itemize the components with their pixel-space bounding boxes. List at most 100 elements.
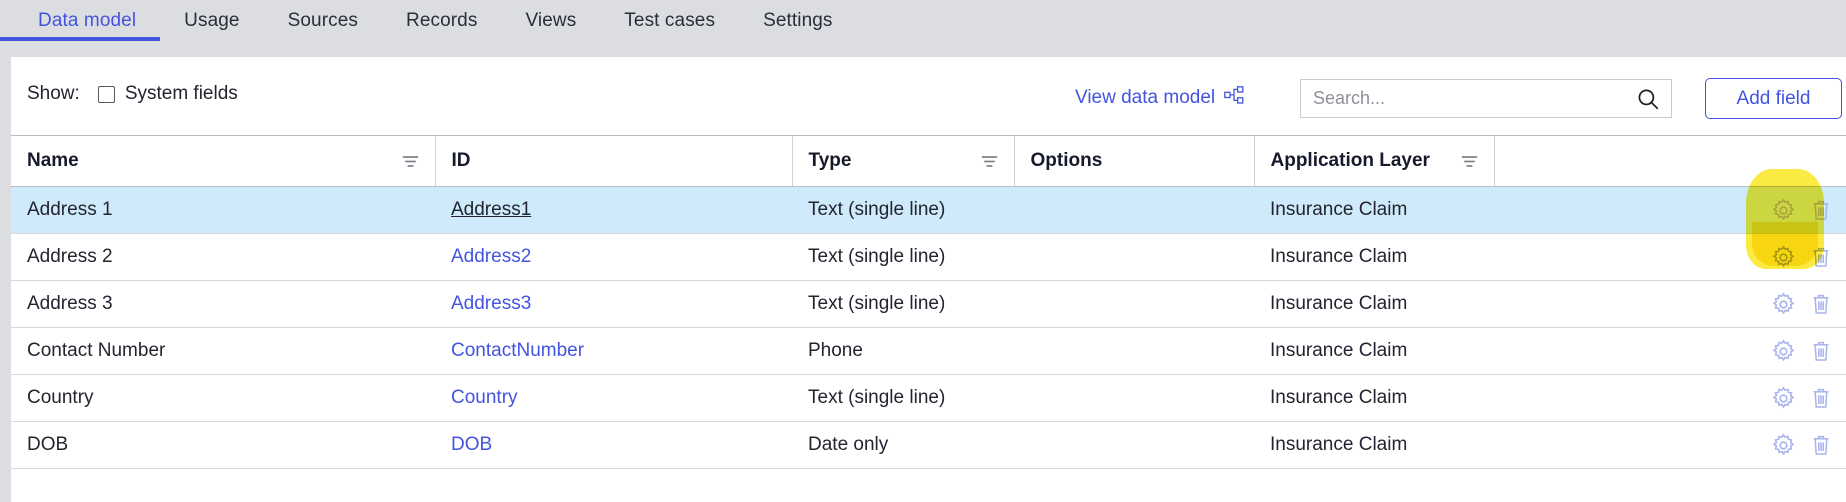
tab-views[interactable]: Views <box>501 0 600 41</box>
column-header-application-layer: Application Layer <box>1253 135 1494 187</box>
column-header-id: ID <box>434 135 792 187</box>
tab-data-model[interactable]: Data model <box>0 0 161 41</box>
cell-actions <box>1494 327 1846 375</box>
table-row[interactable]: Address 3 Address3 Text (single line) Insur… <box>11 280 1846 328</box>
cell-options <box>1014 186 1254 234</box>
field-id-link[interactable]: ContactNumber <box>451 340 584 361</box>
table-toolbar: Show: System fields View data model Sear… <box>11 57 1846 135</box>
tab-records[interactable]: Records <box>382 0 501 41</box>
cell-name: Address 1 <box>11 186 435 234</box>
cell-application-layer: Insurance Claim <box>1254 280 1494 328</box>
cell-actions <box>1494 186 1846 234</box>
column-header-type: Type <box>791 135 1014 187</box>
cell-options <box>1014 374 1254 422</box>
column-header-label: Options <box>1030 150 1103 171</box>
cell-name: Contact Number <box>11 327 435 375</box>
column-header-label: Type <box>808 150 852 171</box>
cell-application-layer: Insurance Claim <box>1254 421 1494 469</box>
cell-application-layer: Insurance Claim <box>1254 233 1494 281</box>
tab-sources[interactable]: Sources <box>264 0 382 41</box>
tab-settings[interactable]: Settings <box>739 0 856 41</box>
filter-icon[interactable] <box>1461 155 1478 168</box>
cell-options <box>1014 233 1254 281</box>
column-header-label: Application Layer <box>1270 150 1430 171</box>
cell-name: Address 2 <box>11 233 435 281</box>
cell-type: Text (single line) <box>792 186 1014 234</box>
table-header: Name ID Type Options Application Layer <box>11 135 1846 187</box>
column-header-options: Options <box>1013 135 1254 187</box>
filter-icon[interactable] <box>402 155 419 168</box>
row-settings-gear-icon[interactable] <box>1771 198 1796 223</box>
row-settings-gear-icon[interactable] <box>1771 433 1796 458</box>
add-field-button[interactable]: Add field <box>1705 78 1842 119</box>
table-row[interactable]: Address 2 Address2 Text (single line) Insur… <box>11 233 1846 281</box>
tab-test-cases[interactable]: Test cases <box>600 0 739 41</box>
row-delete-trash-icon[interactable] <box>1810 293 1832 316</box>
column-header-label: ID <box>451 150 471 171</box>
sitemap-icon <box>1224 86 1244 110</box>
cell-id: Country <box>435 374 792 422</box>
system-fields-label: System fields <box>124 83 238 104</box>
cell-name: Country <box>11 374 435 422</box>
cell-application-layer: Insurance Claim <box>1254 327 1494 375</box>
field-id-link[interactable]: Address1 <box>451 199 531 220</box>
row-delete-trash-icon[interactable] <box>1810 387 1832 410</box>
tab-bar: Data model Usage Sources Records Views Test c… <box>0 0 1846 41</box>
filter-icon[interactable] <box>981 155 998 168</box>
cell-application-layer: Insurance Claim <box>1254 186 1494 234</box>
cell-id: Address2 <box>435 233 792 281</box>
tab-usage[interactable]: Usage <box>160 0 263 41</box>
row-settings-gear-icon[interactable] <box>1771 245 1796 270</box>
content-panel: Show: System fields View data model Sear… <box>11 57 1846 502</box>
search-icon[interactable] <box>1637 88 1671 110</box>
cell-id: Address3 <box>435 280 792 328</box>
table-row[interactable]: Contact Number ContactNumber Phone Insuranc… <box>11 327 1846 375</box>
cell-type: Date only <box>792 421 1014 469</box>
cell-name: DOB <box>11 421 435 469</box>
checkbox-box-icon[interactable] <box>97 85 115 103</box>
view-data-model-link[interactable]: View data model <box>1075 86 1244 110</box>
row-delete-trash-icon[interactable] <box>1810 340 1832 363</box>
cell-type: Text (single line) <box>792 374 1014 422</box>
table-row[interactable]: Address 1 Address1 Text (single line) Insur… <box>11 186 1846 234</box>
field-id-link[interactable]: DOB <box>451 434 492 455</box>
fields-table: Name ID Type Options Application Layer Addre… <box>11 135 1846 469</box>
column-header-label: Name <box>27 150 79 171</box>
cell-name: Address 3 <box>11 280 435 328</box>
cell-actions <box>1494 421 1846 469</box>
show-filters-group: Show: System fields <box>27 83 238 105</box>
row-delete-trash-icon[interactable] <box>1810 199 1832 222</box>
show-label: Show: <box>27 83 80 104</box>
tab-list: Data model Usage Sources Records Views Test c… <box>0 0 1846 41</box>
cell-actions <box>1494 280 1846 328</box>
cell-options <box>1014 280 1254 328</box>
cell-type: Text (single line) <box>792 280 1014 328</box>
row-delete-trash-icon[interactable] <box>1810 246 1832 269</box>
table-body: Address 1 Address1 Text (single line) Insur… <box>11 186 1846 469</box>
row-settings-gear-icon[interactable] <box>1771 339 1796 364</box>
field-id-link[interactable]: Address3 <box>451 293 531 314</box>
search-box[interactable] <box>1300 79 1672 118</box>
cell-actions <box>1494 233 1846 281</box>
cell-type: Phone <box>792 327 1014 375</box>
cell-id: Address1 <box>435 186 792 234</box>
view-data-model-label: View data model <box>1075 87 1216 108</box>
cell-id: DOB <box>435 421 792 469</box>
cell-actions <box>1494 374 1846 422</box>
app-root: Data model Usage Sources Records Views Test c… <box>0 0 1846 502</box>
row-settings-gear-icon[interactable] <box>1771 386 1796 411</box>
row-delete-trash-icon[interactable] <box>1810 434 1832 457</box>
cell-options <box>1014 327 1254 375</box>
search-input[interactable] <box>1301 88 1637 109</box>
cell-options <box>1014 421 1254 469</box>
column-header-name: Name <box>11 135 435 187</box>
table-row[interactable]: DOB DOB Date only Insurance Claim <box>11 421 1846 469</box>
field-id-link[interactable]: Country <box>451 387 518 408</box>
cell-application-layer: Insurance Claim <box>1254 374 1494 422</box>
row-settings-gear-icon[interactable] <box>1771 292 1796 317</box>
system-fields-checkbox[interactable]: System fields <box>97 83 238 105</box>
cell-type: Text (single line) <box>792 233 1014 281</box>
field-id-link[interactable]: Address2 <box>451 246 531 267</box>
cell-id: ContactNumber <box>435 327 792 375</box>
table-row[interactable]: Country Country Text (single line) Insuranc… <box>11 374 1846 422</box>
